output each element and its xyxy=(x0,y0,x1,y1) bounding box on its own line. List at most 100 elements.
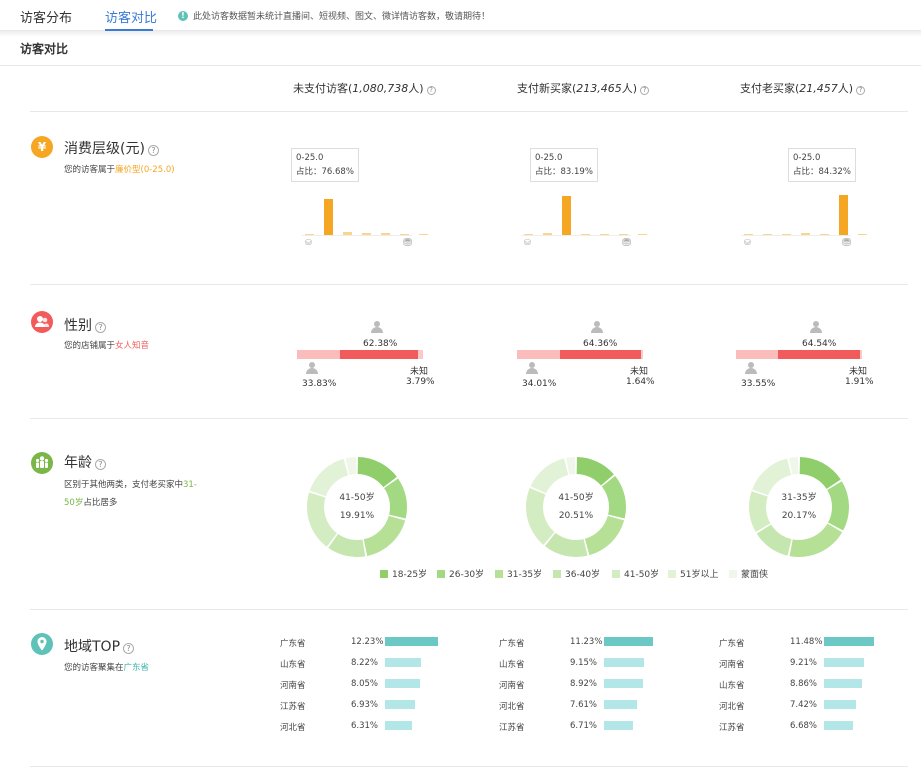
legend-swatch xyxy=(729,569,737,578)
unknown-bar[interactable] xyxy=(640,350,643,359)
region-name: 江苏省 xyxy=(280,702,306,712)
divider xyxy=(30,111,908,112)
column-header-suffix: 人) xyxy=(621,82,638,95)
consumption-bar[interactable] xyxy=(839,195,848,235)
help-icon[interactable]: ? xyxy=(856,86,866,95)
legend-item[interactable]: 36-40岁 xyxy=(553,567,600,580)
people-icon xyxy=(31,452,53,474)
male-icon xyxy=(526,362,538,374)
region-bar[interactable] xyxy=(385,658,421,667)
region-bar[interactable] xyxy=(824,658,864,667)
consumption-bar[interactable] xyxy=(600,233,609,235)
age-donut-slice[interactable] xyxy=(328,534,366,557)
age-donut-slice[interactable] xyxy=(544,532,588,557)
column-header-suffix: 人) xyxy=(408,82,424,95)
legend-swatch xyxy=(612,569,620,578)
region-bar[interactable] xyxy=(604,658,644,667)
region-bar[interactable] xyxy=(824,721,853,730)
tab-visitor-distribution[interactable]: 访客分布 xyxy=(20,7,72,26)
consumption-bar[interactable] xyxy=(858,233,867,235)
consumption-bar[interactable] xyxy=(362,232,371,235)
region-bar[interactable] xyxy=(385,679,420,688)
age-donut-slice[interactable] xyxy=(566,457,576,475)
consumption-bar[interactable] xyxy=(381,233,390,235)
help-icon[interactable]: ? xyxy=(147,145,159,156)
region-bar[interactable] xyxy=(604,721,634,730)
consumption-bar[interactable] xyxy=(343,231,352,235)
help-icon[interactable]: ? xyxy=(640,86,650,95)
consumption-bar[interactable] xyxy=(543,232,552,235)
region-bar[interactable] xyxy=(604,637,653,646)
age-donut-slice[interactable] xyxy=(357,457,397,488)
age-donut: 41-50岁 19.91% xyxy=(305,455,409,559)
age-donut-slice[interactable] xyxy=(576,457,614,486)
legend-item[interactable]: 26-30岁 xyxy=(437,567,484,580)
tooltip: 0-25.0 占比：76.68% xyxy=(291,148,359,182)
age-donut-slice[interactable] xyxy=(752,458,792,496)
female-icon xyxy=(810,321,822,333)
age-donut-slice[interactable] xyxy=(789,457,799,475)
consumption-bar[interactable] xyxy=(419,233,428,235)
consumption-bar[interactable] xyxy=(820,233,829,235)
consumption-bar[interactable] xyxy=(400,233,409,235)
legend-item[interactable]: 51岁以上 xyxy=(668,567,718,580)
region-bar[interactable] xyxy=(824,637,874,646)
female-bar[interactable] xyxy=(559,350,641,359)
legend-item[interactable]: 41-50岁 xyxy=(612,567,659,580)
help-icon[interactable]: ? xyxy=(426,86,436,95)
tab-visitor-comparison[interactable]: 访客对比 xyxy=(105,7,157,26)
unknown-share: 1.91% xyxy=(845,377,874,387)
region-bar[interactable] xyxy=(385,637,438,646)
consumption-bar[interactable] xyxy=(744,233,753,235)
coin-icon: ⛁ xyxy=(305,238,312,247)
consumption-bar[interactable] xyxy=(324,198,333,235)
unknown-bar[interactable] xyxy=(859,350,862,359)
region-bar[interactable] xyxy=(385,700,416,709)
region-share: 9.15% xyxy=(570,658,598,668)
consumption-bar[interactable] xyxy=(581,233,590,235)
age-donut-slice[interactable] xyxy=(530,458,569,494)
coin-icon: ⛁ xyxy=(524,238,531,247)
donut-center-label: 31-35岁 xyxy=(781,493,817,503)
consumption-bar[interactable] xyxy=(763,233,772,235)
location-icon xyxy=(31,633,53,655)
female-bar[interactable] xyxy=(778,350,860,359)
column-header-label: 未支付访客( xyxy=(293,82,353,95)
consumption-bar[interactable] xyxy=(562,195,571,235)
region-share: 9.21% xyxy=(790,658,818,668)
tooltip-share: 占比：83.19% xyxy=(535,167,593,177)
column-header-label: 支付新买家( xyxy=(517,82,577,95)
consumption-bar[interactable] xyxy=(619,233,628,235)
region-bar[interactable] xyxy=(385,721,413,730)
help-icon[interactable]: ? xyxy=(95,459,106,470)
region-bar[interactable] xyxy=(604,700,637,709)
help-icon[interactable]: ? xyxy=(123,643,135,654)
region-bar[interactable] xyxy=(824,700,857,709)
age-donut-slice[interactable] xyxy=(827,481,849,531)
legend-label: 41-50岁 xyxy=(624,570,660,580)
consumption-bar[interactable] xyxy=(305,233,314,235)
region-bar[interactable] xyxy=(824,679,863,688)
age-donut-slice[interactable] xyxy=(789,523,843,557)
info-icon: ! xyxy=(178,10,188,21)
consumption-bar[interactable] xyxy=(782,233,791,235)
male-bar[interactable] xyxy=(297,350,340,359)
consumption-bar[interactable] xyxy=(638,233,647,235)
age-donut-slice[interactable] xyxy=(309,458,349,497)
help-icon[interactable]: ? xyxy=(95,322,106,333)
region-bar[interactable] xyxy=(604,679,643,688)
legend-item[interactable]: 蒙面侠 xyxy=(729,567,768,580)
legend-item[interactable]: 31-35岁 xyxy=(495,567,542,580)
consumption-bar[interactable] xyxy=(801,233,810,235)
male-bar[interactable] xyxy=(736,350,779,359)
male-bar[interactable] xyxy=(517,350,560,359)
consumption-bar[interactable] xyxy=(524,233,533,235)
age-donut-slice[interactable] xyxy=(799,457,841,489)
tooltip: 0-25.0 占比：83.19% xyxy=(530,148,598,182)
age-donut-slice[interactable] xyxy=(756,524,792,556)
unknown-bar[interactable] xyxy=(418,350,423,359)
legend-item[interactable]: 18-25岁 xyxy=(380,567,427,580)
chart-baseline xyxy=(302,235,412,236)
age-donut-chart xyxy=(526,457,626,557)
female-bar[interactable] xyxy=(339,350,419,359)
